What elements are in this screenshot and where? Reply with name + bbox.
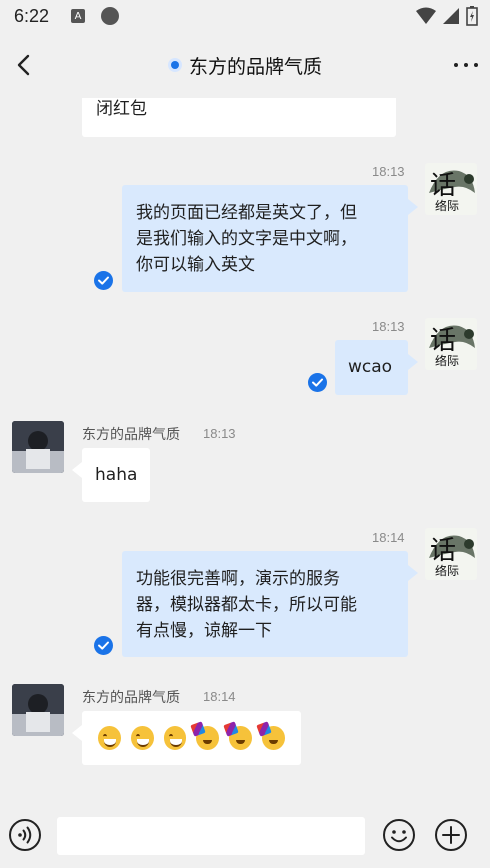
message-text: wcao	[348, 357, 393, 377]
message-bubble[interactable]: 我的页面已经都是英文了，但 是我们输入的文字是中文啊， 你可以输入英文	[122, 185, 418, 292]
status-bar: 6:22 A	[0, 0, 490, 32]
plus-button[interactable]	[434, 818, 468, 852]
emoji-row	[98, 726, 285, 750]
avatar-text-bottom: 络际	[435, 564, 460, 578]
sender-name: 东方的品牌气质	[82, 427, 180, 443]
title-wrap: 东方的品牌气质	[167, 52, 322, 79]
avatar-art	[12, 684, 64, 736]
message-text-line: 功能很完善啊，演示的服务	[136, 569, 340, 589]
chat-title: 东方的品牌气质	[188, 55, 322, 78]
peer-avatar[interactable]	[12, 684, 64, 736]
chat-header: 东方的品牌气质	[0, 32, 490, 98]
message-text-line: 有点慢，谅解一下	[136, 621, 272, 641]
message-bubble[interactable]: wcao	[335, 340, 418, 395]
wifi-icon	[416, 7, 436, 24]
partying-face-icon	[229, 726, 253, 750]
message-text-line: 器，模拟器都太卡，所以可能	[136, 595, 357, 615]
read-check-icon	[94, 636, 113, 655]
dot	[464, 63, 468, 67]
message-text: haha	[95, 465, 138, 485]
online-status-icon	[167, 58, 182, 72]
peer-avatar[interactable]	[12, 421, 64, 473]
message-bubble[interactable]: 功能很完善啊，演示的服务 器，模拟器都太卡，所以可能 有点慢，谅解一下	[122, 551, 418, 657]
sender-name: 东方的品牌气质	[82, 690, 180, 706]
message-time: 18:14	[372, 530, 405, 545]
message-bubble[interactable]: haha	[72, 448, 150, 502]
partying-face-icon	[196, 726, 220, 750]
dot	[454, 63, 458, 67]
message-bubble[interactable]	[72, 711, 301, 765]
message-text-line: 我的页面已经都是英文了，但	[136, 203, 357, 223]
notification-dot-icon	[101, 7, 120, 25]
my-avatar[interactable]: 话 络际	[425, 318, 477, 370]
dot	[474, 63, 478, 67]
status-time: 6:22	[14, 5, 50, 26]
message-text-line: 是我们输入的文字是中文啊，	[136, 229, 357, 249]
grinning-face-icon	[163, 726, 187, 750]
avatar-text-bottom: 络际	[435, 199, 460, 213]
avatar-text-bottom: 络际	[435, 354, 460, 368]
message-time: 18:13	[372, 319, 405, 334]
battery-icon	[466, 6, 478, 26]
message-list[interactable]: 闭红包 18:13 话 络际 我的页面已经都是英文了，但 是我们输入的文字是中文…	[0, 98, 490, 800]
signal-icon	[443, 8, 459, 24]
keyboard-a-icon: A	[71, 9, 86, 23]
my-avatar[interactable]: 话 络际	[425, 528, 477, 580]
message-time: 18:13	[372, 164, 405, 179]
back-button[interactable]	[12, 52, 38, 78]
grinning-face-icon	[130, 726, 154, 750]
message-text-line: 你可以输入英文	[136, 255, 255, 275]
read-check-icon	[94, 271, 113, 290]
message-time: 18:14	[203, 689, 236, 704]
status-indicators	[416, 6, 478, 26]
partying-face-icon	[262, 726, 285, 750]
voice-button[interactable]	[8, 818, 42, 852]
avatar-art	[12, 421, 64, 473]
more-button[interactable]	[454, 52, 478, 78]
input-bar	[0, 800, 490, 868]
message-time: 18:13	[203, 426, 236, 441]
read-check-icon	[308, 373, 327, 392]
my-avatar[interactable]: 话 络际	[425, 163, 477, 215]
message-text: 闭红包	[96, 99, 147, 119]
message-bubble[interactable]: 闭红包	[82, 98, 396, 137]
message-input[interactable]	[57, 817, 365, 855]
emoji-button[interactable]	[382, 818, 416, 852]
grinning-face-icon	[98, 726, 121, 750]
